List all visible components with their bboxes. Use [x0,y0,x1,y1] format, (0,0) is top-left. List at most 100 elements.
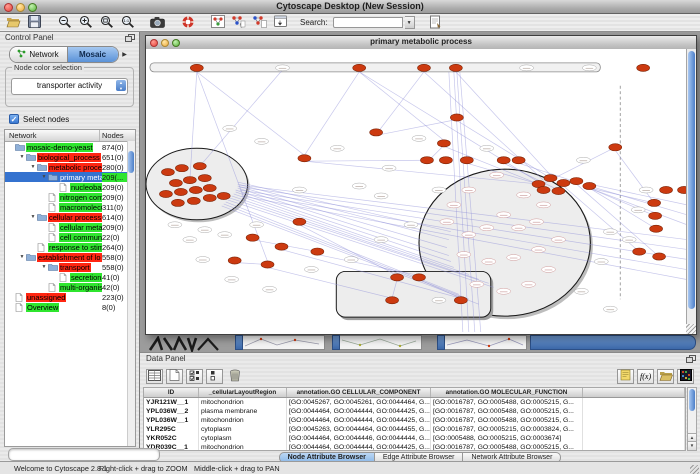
tab-overflow-button[interactable]: ▶ [119,47,131,62]
network-node-label-chip[interactable] [582,65,596,71]
network-node-label-chip[interactable] [432,297,446,303]
network-node-label-chip[interactable] [512,225,526,231]
attribute-checklist-button[interactable] [186,369,203,384]
attribute-table-header[interactable]: ID_cellularLayoutRegionannotation.GO CEL… [144,388,685,398]
network-node[interactable] [161,169,174,176]
network-node[interactable] [391,274,404,281]
table-cell[interactable]: YLR295C [144,425,199,434]
tree-row[interactable]: ▼metabolic process280(0) [5,162,135,172]
table-cell[interactable] [583,407,685,416]
network-node[interactable] [169,179,182,186]
select-first-neighbors-button[interactable] [208,15,227,31]
tab-edge-attribute-browser[interactable]: Edge Attribute Browser [375,452,464,461]
network-node[interactable] [311,248,324,255]
tab-network[interactable]: Network [10,47,67,62]
function-builder-button[interactable]: f(x) [637,369,654,384]
network-node-label-chip[interactable] [218,232,232,238]
network-node[interactable] [175,165,188,172]
tree-row[interactable]: multi-organism pro42(0) [5,282,135,292]
network-node[interactable] [537,186,550,193]
tree-row[interactable]: cell communicati22(0) [5,232,135,242]
network-node[interactable] [171,199,184,206]
network-node-label-chip[interactable] [517,192,531,198]
table-cell[interactable]: [GO:0016787, GO:0005488, GO:0005215, G..… [431,398,583,407]
table-cell[interactable]: mitochondrion [199,398,287,407]
network-node-label-chip[interactable] [462,232,476,238]
save-session-button[interactable] [25,15,44,31]
network-node[interactable] [174,188,187,195]
network-node[interactable] [386,297,399,304]
table-cell[interactable] [583,398,685,407]
background-window-sliver[interactable] [437,335,527,350]
attribute-table[interactable]: ID_cellularLayoutRegionannotation.GO CEL… [143,387,686,451]
float-panel-icon[interactable] [125,34,135,45]
network-node-label-chip[interactable] [520,65,534,71]
network-node[interactable] [183,177,196,184]
attribute-list-button[interactable] [206,369,223,384]
network-tree-header[interactable]: Network Nodes [5,130,135,142]
network-node-label-chip[interactable] [404,222,418,228]
table-column-header[interactable]: annotation.GO MOLECULAR_FUNCTION [431,388,583,397]
network-node-label-chip[interactable] [603,306,617,312]
tab-node-attribute-browser[interactable]: Node Attribute Browser [279,452,375,461]
table-row[interactable]: YLR295Ccytoplasm[GO:0045263, GO:0044464,… [144,425,685,434]
network-node-label-chip[interactable] [276,65,290,71]
network-node[interactable] [450,114,463,121]
network-node[interactable] [413,274,426,281]
network-node[interactable] [653,253,666,260]
tab-network-attribute-browser[interactable]: Network Attribute Browser [463,452,561,461]
zoom-in-button[interactable] [76,15,95,31]
table-cell[interactable]: YPL036W__1 [144,416,199,425]
table-cell[interactable]: YJR121W__1 [144,398,199,407]
network-node[interactable] [246,234,259,241]
tree-row[interactable]: ▼primary metabolic209(... [5,172,135,182]
table-column-header[interactable]: ID [144,388,199,397]
network-node-label-chip[interactable] [432,187,446,193]
tab-mosaic[interactable]: Mosaic [67,47,118,62]
disclosure-triangle-icon[interactable]: ▼ [29,214,37,220]
combobox-stepper-icon[interactable]: ▲▼ [116,80,126,91]
network-node[interactable] [449,64,462,71]
tree-row[interactable]: ▼cellular process614(0) [5,212,135,222]
table-row[interactable]: YPL036W__2plasma membrane[GO:0044464, GO… [144,407,685,416]
tree-column-nodes[interactable]: Nodes [100,130,135,141]
table-cell[interactable]: mitochondrion [199,443,287,451]
network-node[interactable] [633,248,646,255]
table-cell[interactable]: cytoplasm [199,425,287,434]
network-node[interactable] [190,64,203,71]
network-node-label-chip[interactable] [470,281,484,287]
network-node[interactable] [298,155,311,162]
table-row[interactable]: YKR052Ccytoplasm[GO:0044464, GO:0044446,… [144,434,685,443]
select-attributes-button[interactable] [146,369,163,384]
network-vertical-scrollbar[interactable] [686,49,696,334]
network-node-label-chip[interactable] [497,288,511,294]
network-node[interactable] [649,212,662,219]
help-button[interactable] [178,15,197,31]
table-cell[interactable]: YPL036W__2 [144,407,199,416]
network-node-label-chip[interactable] [574,288,588,294]
network-node[interactable] [637,64,650,71]
duplicate-network-button[interactable] [250,15,269,31]
disclosure-triangle-icon[interactable]: ▼ [18,254,26,260]
network-node[interactable] [228,257,241,264]
table-row[interactable]: YJR121W__1mitochondrion[GO:0045267, GO:0… [144,398,685,407]
background-window-titlebar[interactable] [530,335,696,350]
network-node-label-chip[interactable] [482,259,496,265]
table-cell[interactable]: [GO:0044464, GO:0044444, GO:0044425, G..… [287,443,431,451]
network-node-label-chip[interactable] [440,219,454,225]
network-node-label-chip[interactable] [497,212,511,218]
network-node-label-chip[interactable] [594,259,608,265]
network-node[interactable] [159,190,172,197]
network-node-label-chip[interactable] [330,145,344,151]
zoom-fit-button[interactable] [97,15,116,31]
notes-button[interactable] [617,369,634,384]
table-scrollbar-thumb[interactable] [689,389,695,411]
network-node[interactable] [497,157,510,164]
tree-column-network[interactable]: Network [5,130,100,141]
network-node[interactable] [193,163,206,170]
network-canvas[interactable] [146,49,687,334]
network-node-label-chip[interactable] [552,237,566,243]
table-cell[interactable]: plasma membrane [199,407,287,416]
network-node-label-chip[interactable] [255,138,269,144]
tree-row[interactable]: mosaic-demo-yeast874(0) [5,142,135,152]
